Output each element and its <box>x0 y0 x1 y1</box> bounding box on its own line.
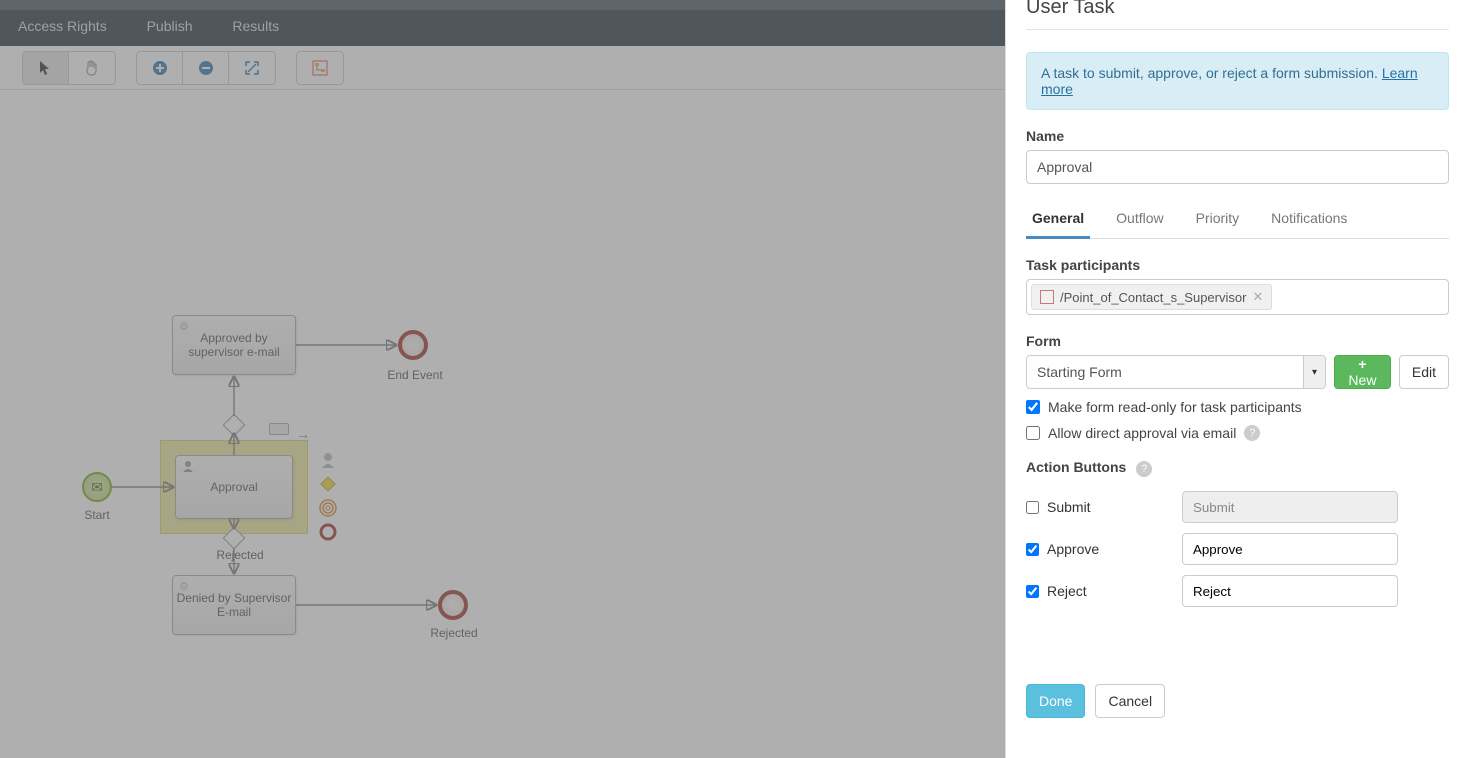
field-icon <box>1040 290 1054 304</box>
tab-notifications[interactable]: Notifications <box>1265 202 1353 239</box>
participants-label: Task participants <box>1026 257 1449 273</box>
tab-priority[interactable]: Priority <box>1190 202 1246 239</box>
denied-task-node[interactable]: ⚙ Denied by Supervisor E-mail <box>172 575 296 635</box>
panel-tabs: General Outflow Priority Notifications <box>1026 202 1449 239</box>
help-icon[interactable]: ? <box>1136 461 1152 477</box>
zoom-out-button[interactable] <box>183 52 229 84</box>
gateway-top[interactable] <box>223 414 246 437</box>
envelope-icon: ✉ <box>91 479 103 496</box>
approve-action-label: Approve <box>1047 541 1099 557</box>
direct-approval-checkbox[interactable] <box>1026 426 1040 440</box>
workflow-canvas[interactable]: ✉ Start Approval ⚙ Approved by superviso… <box>0 90 1005 758</box>
nav-publish[interactable]: Publish <box>129 10 211 42</box>
submit-checkbox[interactable] <box>1026 501 1039 514</box>
submit-action-label: Submit <box>1047 499 1091 515</box>
participant-token[interactable]: /Point_of_Contact_s_Supervisor ✕ <box>1031 284 1272 310</box>
participants-input[interactable]: /Point_of_Contact_s_Supervisor ✕ <box>1026 279 1449 315</box>
help-icon[interactable]: ? <box>1244 425 1260 441</box>
pan-tool[interactable] <box>69 52 115 84</box>
rejected-end-label: Rejected <box>422 626 486 640</box>
approve-text-input[interactable] <box>1182 533 1398 565</box>
reject-text-input[interactable] <box>1182 575 1398 607</box>
zoom-in-button[interactable] <box>137 52 183 84</box>
palette-gateway-icon[interactable] <box>318 474 338 494</box>
edit-form-button[interactable]: Edit <box>1399 355 1449 389</box>
user-task-panel: User Task A task to submit, approve, or … <box>1005 0 1469 758</box>
panel-title: User Task <box>1026 0 1449 30</box>
gear-icon: ⚙ <box>179 580 189 593</box>
palette-timer-icon[interactable] <box>318 498 338 518</box>
approve-checkbox[interactable] <box>1026 543 1039 556</box>
form-select[interactable]: Starting Form <box>1026 355 1326 389</box>
end-event-label: End Event <box>380 368 450 382</box>
palette-end-event-icon[interactable] <box>318 522 338 542</box>
denied-task-label: Denied by Supervisor E-mail <box>173 591 295 620</box>
expand-icon <box>245 61 259 75</box>
direct-approval-label: Allow direct approval via email <box>1048 425 1236 441</box>
readonly-checkbox[interactable] <box>1026 400 1040 414</box>
approval-task-node[interactable]: Approval <box>175 455 293 519</box>
drag-hint-node[interactable] <box>269 423 289 435</box>
done-button[interactable]: Done <box>1026 684 1085 718</box>
info-text: A task to submit, approve, or reject a f… <box>1041 65 1382 81</box>
end-event-approved[interactable] <box>398 330 428 360</box>
gear-icon: ⚙ <box>179 320 189 333</box>
process-icon <box>312 60 328 76</box>
plus-icon: + <box>1358 356 1366 372</box>
minimap-button[interactable] <box>297 52 343 84</box>
reject-checkbox[interactable] <box>1026 585 1039 598</box>
nav-results[interactable]: Results <box>214 10 297 42</box>
start-event-label: Start <box>74 508 120 522</box>
user-icon <box>182 460 194 475</box>
gateway-rejected-label: Rejected <box>210 548 270 562</box>
approval-task-label: Approval <box>210 480 257 494</box>
remove-token-icon[interactable]: ✕ <box>1252 289 1263 305</box>
hand-icon <box>84 60 100 76</box>
info-box: A task to submit, approve, or reject a f… <box>1026 52 1449 110</box>
cancel-button[interactable]: Cancel <box>1095 684 1165 718</box>
readonly-checkbox-label: Make form read-only for task participant… <box>1048 399 1302 415</box>
pointer-tool[interactable] <box>23 52 69 84</box>
end-event-rejected[interactable] <box>438 590 468 620</box>
tab-outflow[interactable]: Outflow <box>1110 202 1169 239</box>
submit-text-input <box>1182 491 1398 523</box>
arrow-right-icon: → <box>296 426 310 442</box>
palette-user-task-icon[interactable] <box>318 450 338 470</box>
minus-circle-icon <box>198 60 214 76</box>
name-label: Name <box>1026 128 1449 144</box>
tab-general[interactable]: General <box>1026 202 1090 239</box>
new-form-button[interactable]: + New form <box>1334 355 1391 389</box>
cursor-icon <box>39 60 53 76</box>
approved-task-node[interactable]: ⚙ Approved by supervisor e-mail <box>172 315 296 375</box>
start-event[interactable]: ✉ <box>82 472 112 502</box>
form-label: Form <box>1026 333 1449 349</box>
participant-token-text: /Point_of_Contact_s_Supervisor <box>1060 290 1246 305</box>
fit-screen-button[interactable] <box>229 52 275 84</box>
approved-task-label: Approved by supervisor e-mail <box>173 331 295 360</box>
name-input[interactable] <box>1026 150 1449 184</box>
nav-access-rights[interactable]: Access Rights <box>0 10 125 42</box>
action-buttons-label: Action Buttons <box>1026 459 1126 475</box>
reject-action-label: Reject <box>1047 583 1087 599</box>
plus-circle-icon <box>152 60 168 76</box>
